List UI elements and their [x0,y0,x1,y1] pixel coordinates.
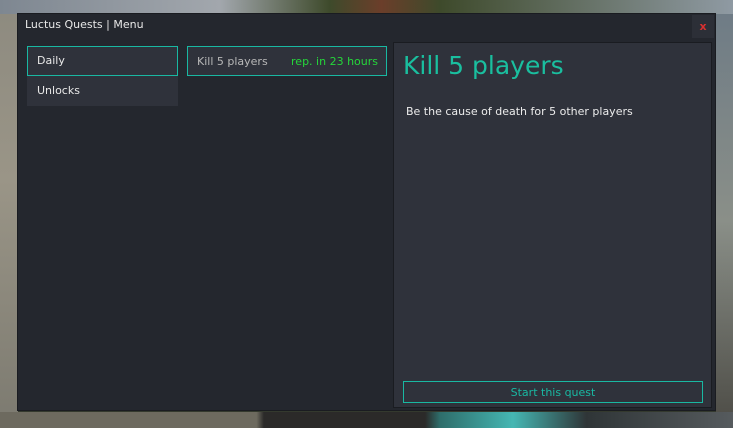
window-title: Luctus Quests | Menu [25,18,144,31]
window-titlebar[interactable]: Luctus Quests | Menu x [18,14,715,38]
background-left-wall [0,14,18,428]
quest-name: Kill 5 players [197,55,268,68]
close-icon: x [699,20,707,33]
sidebar-item-label: Unlocks [37,84,80,97]
sidebar-item-unlocks[interactable]: Unlocks [27,76,178,106]
background-top-strip [0,0,733,14]
start-quest-button[interactable]: Start this quest [403,381,703,403]
quest-detail-panel: Kill 5 players Be the cause of death for… [393,42,712,408]
start-quest-label: Start this quest [510,385,596,399]
quest-detail-title: Kill 5 players [403,51,564,80]
quests-menu-window: Luctus Quests | Menu x Daily Unlocks Kil… [17,13,716,411]
quest-list-item[interactable]: Kill 5 players rep. in 23 hours [187,46,387,76]
close-button[interactable]: x [692,15,714,38]
background-bottom-strip [0,412,733,428]
background-right-edge [716,14,733,428]
quest-detail-description: Be the cause of death for 5 other player… [406,105,633,118]
sidebar-item-label: Daily [37,54,65,67]
sidebar-item-daily[interactable]: Daily [27,46,178,76]
category-sidebar: Daily Unlocks [27,46,178,106]
quest-reset-timer: rep. in 23 hours [291,55,378,68]
